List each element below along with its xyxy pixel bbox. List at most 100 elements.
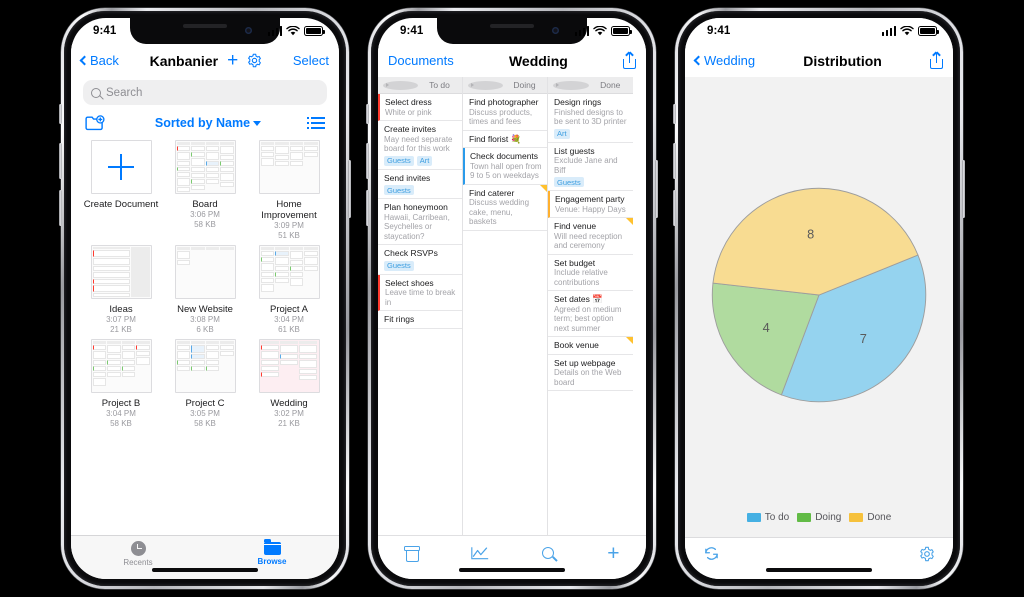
- pie-slice-value: 8: [807, 226, 814, 241]
- card-title: Book venue: [554, 340, 599, 350]
- file-thumbnail: [258, 245, 320, 299]
- home-indicator[interactable]: [152, 568, 258, 572]
- card-tags: Art: [554, 128, 628, 139]
- refresh-icon[interactable]: [703, 545, 720, 562]
- board-card[interactable]: Plan honeymoon Hawaii, Carribean, Seyche…: [378, 199, 462, 245]
- mute-switch[interactable]: [673, 104, 676, 124]
- board-card[interactable]: Find photographer Discuss products, time…: [463, 94, 547, 131]
- volume-down-button[interactable]: [673, 190, 676, 226]
- plus-icon[interactable]: +: [227, 51, 238, 70]
- tab-recents[interactable]: Recents: [71, 540, 205, 567]
- file-size: 58 KB: [194, 219, 216, 229]
- search-icon[interactable]: [542, 547, 555, 559]
- documents-back-button[interactable]: Documents: [388, 53, 454, 68]
- plus-icon[interactable]: +: [607, 543, 619, 564]
- column-header[interactable]: Done: [548, 77, 633, 94]
- file-size: 21 KB: [278, 418, 300, 428]
- volume-down-button[interactable]: [59, 190, 62, 226]
- board-card[interactable]: Create invites May need separate board f…: [378, 121, 462, 170]
- board-card[interactable]: Set up webpage Details on the Web board: [548, 354, 633, 391]
- wifi-icon: [286, 26, 300, 36]
- archive-icon[interactable]: [404, 545, 421, 562]
- screen-documents: 9:41 Back Kanbanier + Select Search Sort…: [71, 18, 339, 579]
- board-card[interactable]: Find caterer Discuss wedding cake, menu,…: [463, 184, 547, 231]
- mute-switch[interactable]: [366, 104, 369, 124]
- chart-line-icon[interactable]: [471, 546, 489, 560]
- legend-swatch: [746, 513, 761, 522]
- board-card[interactable]: List guests Exclude Jane and Biff Guests: [548, 142, 633, 191]
- back-label: Wedding: [704, 53, 756, 68]
- back-button[interactable]: Wedding: [693, 53, 756, 68]
- file-item-wedding[interactable]: Wedding 3:02 PM 21 KB: [247, 339, 331, 428]
- volume-up-button[interactable]: [366, 143, 369, 179]
- disclosure-triangle-icon[interactable]: [553, 80, 589, 90]
- file-time: 3:02 PM: [274, 409, 304, 418]
- card-title: Send invites: [384, 172, 431, 183]
- sort-dropdown[interactable]: Sorted by Name: [155, 114, 262, 132]
- battery-icon: [611, 26, 632, 36]
- board-card[interactable]: Set dates 📅 Agreed on medium term; best …: [548, 291, 633, 337]
- file-item-board[interactable]: Board 3:06 PM 58 KB: [163, 140, 247, 240]
- board-card[interactable]: Fit rings: [378, 311, 462, 329]
- board-card[interactable]: Find venue Will need reception and cerem…: [548, 218, 633, 255]
- column-cards: Design rings Finished designs to be sent…: [548, 94, 633, 535]
- board-card[interactable]: Design rings Finished designs to be sent…: [548, 94, 633, 143]
- cellular-bars-icon: [267, 26, 282, 36]
- home-indicator[interactable]: [459, 568, 565, 572]
- file-item-project-a[interactable]: Project A 3:04 PM 61 KB: [247, 245, 331, 334]
- search-input[interactable]: Search: [83, 80, 327, 105]
- file-item-home-improvement[interactable]: Home Improvement 3:09 PM 51 KB: [247, 140, 331, 240]
- file-item-ideas[interactable]: Ideas 3:07 PM 21 KB: [79, 245, 163, 334]
- board-card[interactable]: Check documents Town hall open from 9 to…: [463, 148, 547, 185]
- new-folder-icon[interactable]: [85, 115, 105, 131]
- disclosure-triangle-icon[interactable]: [468, 80, 503, 90]
- card-desc: Will need reception and ceremony: [554, 231, 623, 251]
- file-item-project-c[interactable]: Project C 3:05 PM 58 KB: [163, 339, 247, 428]
- board-card[interactable]: Engagement party Venue: Happy Days: [548, 191, 633, 218]
- board-card[interactable]: Check RSVPs Guests: [378, 245, 462, 275]
- power-button[interactable]: [962, 160, 965, 218]
- documents-toolbar: Sorted by Name: [71, 112, 339, 140]
- select-button[interactable]: Select: [293, 53, 329, 68]
- board-card[interactable]: Select shoes Leave time to break in: [378, 274, 462, 311]
- column-header[interactable]: Doing: [463, 77, 547, 94]
- file-time: 3:08 PM: [190, 315, 220, 324]
- power-button[interactable]: [348, 160, 351, 218]
- mute-switch[interactable]: [59, 104, 62, 124]
- tab-browse[interactable]: Browse: [205, 539, 339, 566]
- power-button[interactable]: [655, 160, 658, 218]
- card-desc: Include relative contributions: [554, 268, 608, 287]
- board-card[interactable]: Send invites Guests: [378, 169, 462, 199]
- tab-bar: Recents Browse: [71, 535, 339, 579]
- new-document-thumbnail: [90, 140, 152, 194]
- list-view-icon[interactable]: [306, 117, 325, 129]
- gear-icon[interactable]: [247, 53, 262, 68]
- home-indicator[interactable]: [766, 568, 872, 572]
- file-item-new-website[interactable]: New Website 3:08 PM 6 KB: [163, 245, 247, 334]
- column-header[interactable]: To do: [378, 77, 462, 94]
- column-title: To do: [429, 80, 450, 90]
- file-item-project-b[interactable]: Project B 3:04 PM 58 KB: [79, 339, 163, 428]
- share-icon[interactable]: [930, 52, 943, 69]
- file-thumbnail: [90, 339, 152, 393]
- legend-label: Doing: [815, 512, 842, 523]
- board-card[interactable]: Book venue: [548, 337, 633, 355]
- pie-chart[interactable]: 7 4 8: [703, 179, 935, 411]
- file-name: Board: [192, 199, 218, 210]
- board-card[interactable]: Find florist 💐: [463, 130, 547, 148]
- volume-down-button[interactable]: [366, 190, 369, 226]
- back-button[interactable]: Back: [79, 53, 119, 68]
- card-tags: Guests Art: [384, 155, 457, 166]
- gear-icon[interactable]: [919, 546, 935, 562]
- volume-up-button[interactable]: [673, 143, 676, 179]
- volume-up-button[interactable]: [59, 143, 62, 179]
- tag: Art: [554, 128, 570, 139]
- card-desc: May need separate board for this work: [384, 134, 453, 154]
- file-item-create-document[interactable]: Create Document: [79, 140, 163, 240]
- card-tags: Guests: [384, 260, 457, 271]
- board-card[interactable]: Select dress White or pink: [378, 94, 462, 121]
- disclosure-triangle-icon[interactable]: [383, 80, 418, 90]
- board-card[interactable]: Set budget Include relative contribution…: [548, 254, 633, 291]
- share-icon[interactable]: [623, 52, 636, 69]
- card-title: Select shoes: [385, 277, 434, 288]
